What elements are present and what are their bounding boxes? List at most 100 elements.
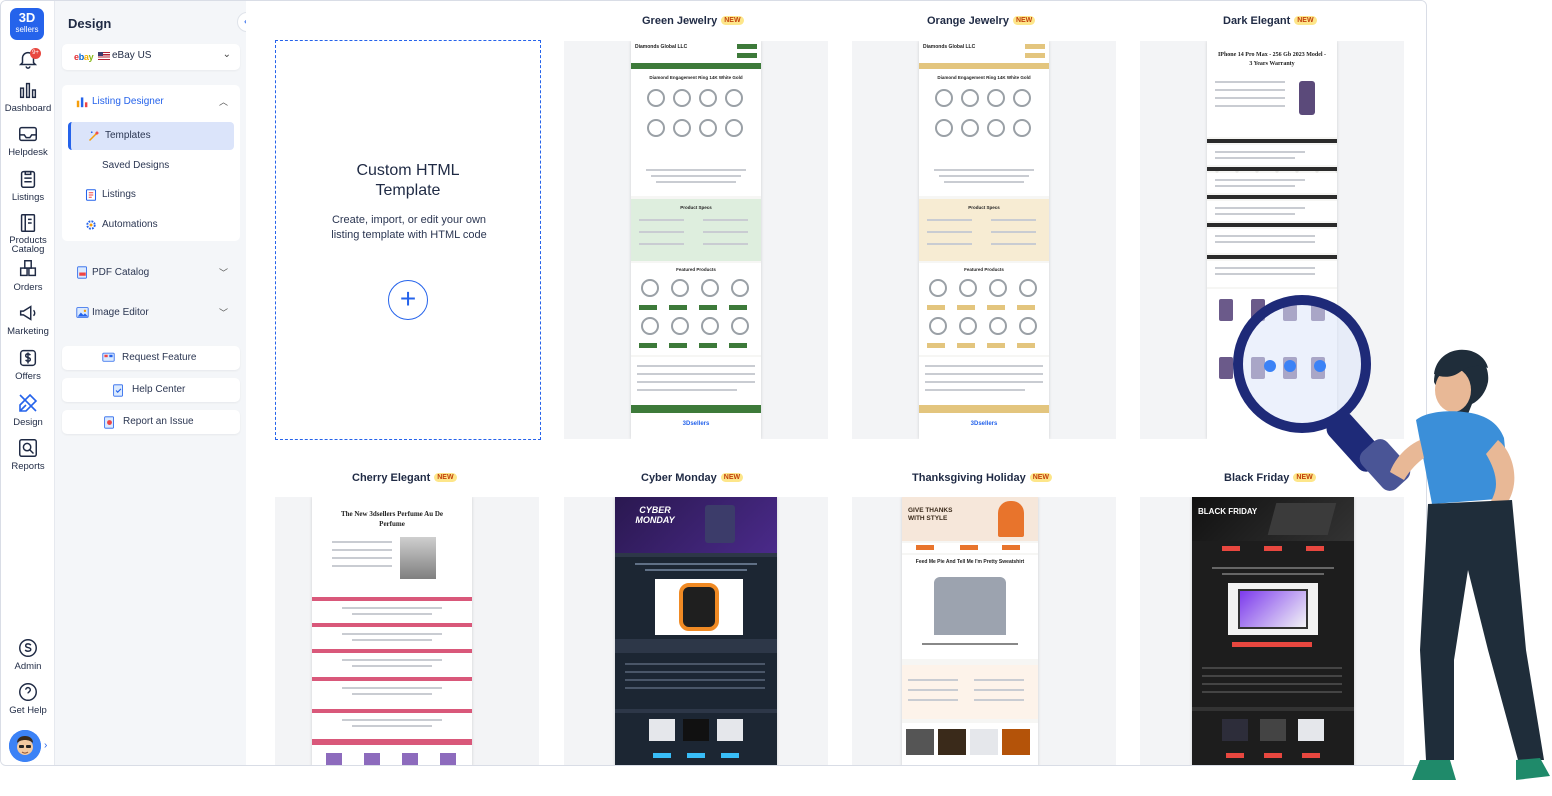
rail-label: Helpdesk: [8, 147, 48, 158]
question-icon: [19, 683, 37, 701]
template-title: Thanksgiving Holiday NEW: [912, 472, 1053, 484]
rail-label: Marketing: [7, 326, 49, 337]
menu-item-automations[interactable]: Automations: [68, 211, 234, 239]
rail-label: Offers: [15, 371, 41, 382]
designer-icon: [76, 97, 88, 108]
rail-item-products-catalog[interactable]: Products Catalog: [1, 212, 55, 254]
app-window: 3D sellers 9+ Dashboard Helpdesk Listing…: [0, 0, 1427, 766]
ebay-logo: ebay: [74, 52, 94, 62]
rail-label: Orders: [13, 282, 43, 293]
template-card-cherry-elegant[interactable]: The New 3dsellers Perfume Au De Perfume: [275, 497, 539, 765]
rail-item-listings[interactable]: Listings: [1, 168, 55, 203]
rail-label: Listings: [11, 192, 45, 203]
notification-badge: 9+: [30, 48, 41, 59]
template-card-green-jewelry[interactable]: Diamonds Global LLC Diamond Engagement R…: [564, 41, 828, 439]
listing-designer-group: Listing Designer ︿ Templates Saved Desig…: [62, 85, 240, 241]
book-icon: [20, 214, 36, 232]
feature-request-icon: [102, 352, 115, 362]
rail-label: Reports: [11, 461, 45, 472]
rail-label-2: Catalog: [11, 244, 45, 255]
magic-wand-icon: [88, 130, 100, 142]
user-avatar[interactable]: [9, 730, 41, 762]
template-card-cyber-monday[interactable]: CYBER MONDAY: [564, 497, 828, 765]
boxes-icon: [19, 260, 37, 277]
request-feature-button[interactable]: Request Feature: [62, 346, 240, 370]
menu-item-label: Listings: [102, 189, 136, 200]
dollar-tag-icon: [19, 349, 37, 367]
notifications-button[interactable]: 9+: [1, 48, 55, 72]
chevron-down-icon: ⌄: [222, 49, 231, 60]
template-preview: GIVE THANKS WITH STYLE Feed Me Pie And T…: [902, 497, 1038, 765]
rail-label: Admin: [14, 661, 42, 672]
preview-banner-text: CYBER MONDAY: [635, 505, 675, 525]
preview-product-title: Feed Me Pie And Tell Me I'm Pretty Sweat…: [915, 559, 1025, 565]
rail-item-get-help[interactable]: Get Help: [1, 681, 55, 716]
menu-item-templates[interactable]: Templates: [68, 122, 234, 150]
help-center-button[interactable]: Help Center: [62, 378, 240, 402]
avatar-face-icon: [9, 730, 41, 762]
preview-store: Diamonds Global LLC: [923, 44, 976, 50]
image-editor-label: Image Editor: [92, 307, 149, 318]
preview-specs-heading: Product Specs: [968, 205, 1000, 210]
store-select-value: eBay US: [112, 50, 152, 61]
clipboard-icon: [20, 170, 36, 188]
add-custom-template-button[interactable]: +: [388, 280, 428, 320]
menu-item-saved-designs[interactable]: Saved Designs: [68, 152, 234, 180]
list-icon: [85, 189, 97, 201]
menu-item-label: Automations: [102, 219, 158, 230]
template-title: Green Jewelry NEW: [642, 15, 744, 27]
us-flag-icon: [98, 52, 110, 60]
chevron-right-icon[interactable]: ›: [44, 740, 47, 751]
menu-item-listings[interactable]: Listings: [68, 181, 234, 209]
image-editor-toggle[interactable]: Image Editor ﹀: [62, 300, 240, 326]
rail-item-marketing[interactable]: Marketing: [1, 302, 55, 337]
preview-store: Diamonds Global LLC: [635, 44, 688, 50]
custom-html-template-card[interactable]: Custom HTML Template Create, import, or e…: [275, 40, 541, 440]
preview-product-title: Diamond Engagement Ring 14K White Gold: [649, 75, 743, 80]
logo-subtext: sellers: [15, 25, 39, 34]
template-title: Cherry Elegant NEW: [352, 472, 457, 484]
pdf-catalog-toggle[interactable]: PDF Catalog ﹀: [62, 260, 240, 286]
listing-designer-label: Listing Designer: [92, 96, 164, 107]
report-search-icon: [19, 439, 37, 457]
preview-footer-brand: 3Dsellers: [682, 421, 710, 427]
listing-designer-toggle[interactable]: Listing Designer ︿: [62, 89, 240, 115]
preview-specs-heading: Product Specs: [680, 205, 712, 210]
design-tools-icon: [19, 393, 38, 412]
preview-featured-heading: Featured Products: [964, 267, 1004, 272]
chevron-down-icon: ﹀: [218, 308, 228, 318]
help-center-label: Help Center: [132, 384, 186, 395]
megaphone-icon: [19, 305, 36, 321]
logo-text: 3D: [18, 10, 36, 25]
template-title: Cyber Monday NEW: [641, 472, 744, 484]
new-badge: NEW: [720, 473, 744, 482]
preview-product-title: The New 3dsellers Perfume Au De Perfume: [340, 510, 444, 528]
new-badge: NEW: [1012, 16, 1036, 25]
icon-rail: 3D sellers 9+ Dashboard Helpdesk Listing…: [1, 1, 55, 765]
rail-label: Design: [13, 417, 43, 428]
rail-item-offers[interactable]: Offers: [1, 347, 55, 382]
report-issue-icon: [104, 416, 114, 429]
logo[interactable]: 3D sellers: [10, 8, 44, 40]
request-feature-label: Request Feature: [122, 352, 197, 363]
new-badge: NEW: [1029, 473, 1053, 482]
template-title: Dark Elegant NEW: [1223, 15, 1317, 27]
store-select[interactable]: ebay eBay US ⌄: [62, 44, 240, 70]
rail-item-helpdesk[interactable]: Helpdesk: [1, 123, 55, 158]
rail-item-design[interactable]: Design: [1, 391, 55, 428]
rail-item-dashboard[interactable]: Dashboard: [1, 79, 55, 114]
rail-item-orders[interactable]: Orders: [1, 258, 55, 293]
rail-item-admin[interactable]: Admin: [1, 637, 55, 672]
template-card-orange-jewelry[interactable]: Diamonds Global LLC Diamond Engagement R…: [852, 41, 1116, 439]
rail-label: Get Help: [9, 705, 47, 716]
chevron-up-icon: ︿: [218, 97, 228, 107]
bar-chart-icon: [19, 82, 37, 99]
rail-label: Dashboard: [4, 103, 52, 114]
report-issue-button[interactable]: Report an Issue: [62, 410, 240, 434]
rail-item-reports[interactable]: Reports: [1, 437, 55, 472]
help-center-icon: [113, 384, 123, 397]
preview-product-title: IPhone 14 Pro Max - 256 Gb 2023 Model - …: [1217, 52, 1327, 67]
preview-product-title: Diamond Engagement Ring 14K White Gold: [937, 75, 1031, 80]
template-card-thanksgiving-holiday[interactable]: GIVE THANKS WITH STYLE Feed Me Pie And T…: [852, 497, 1116, 765]
preview-featured-heading: Featured Products: [676, 267, 716, 272]
